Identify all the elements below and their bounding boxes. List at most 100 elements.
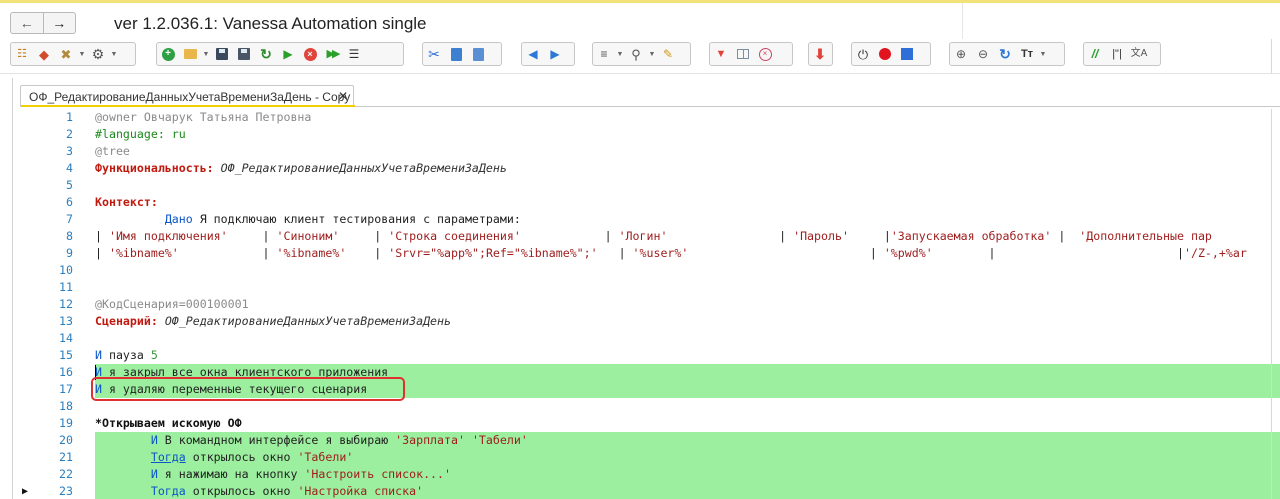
toolbar-group-search: ≡ ▼ ⚲ ▼ ✎ xyxy=(592,42,691,66)
save-as-icon[interactable] xyxy=(233,43,255,65)
code-line[interactable]: 21 Тогда открылось окно 'Табели' xyxy=(20,449,1280,466)
code-editor[interactable]: 1 @owner Овчарук Татьяна Петровна 2 #langua… xyxy=(20,109,1280,499)
toolbar-group-zoom: ⊕ ⊖ ↻ Тт ▼ xyxy=(949,42,1065,66)
forward-button[interactable]: → xyxy=(42,13,76,33)
line-number: 5 xyxy=(66,178,73,192)
toolbar-group-text: // |"| 文A xyxy=(1083,42,1161,66)
line-number: 23 xyxy=(59,484,73,498)
search-icon[interactable]: ⚲ xyxy=(625,43,647,65)
open-folder-icon[interactable] xyxy=(179,43,201,65)
copy-icon[interactable] xyxy=(445,43,467,65)
zoom-in-icon[interactable]: ⊕ xyxy=(950,43,972,65)
font-dropdown-icon[interactable]: ▼ xyxy=(1038,43,1048,65)
code-token: 'Синоним' xyxy=(276,229,340,243)
code-line[interactable]: 10 xyxy=(20,262,1280,279)
code-line[interactable]: 1 @owner Овчарук Татьяна Петровна xyxy=(20,109,1280,126)
line-content: #language: ru xyxy=(95,126,186,143)
line-number: 17 xyxy=(59,382,73,396)
code-token: Сценарий: xyxy=(95,314,165,328)
quotes-icon[interactable]: |"| xyxy=(1106,43,1128,65)
code-line[interactable]: 2 #language: ru xyxy=(20,126,1280,143)
code-line[interactable]: 7 Дано Я подключаю клиент тестирования с… xyxy=(20,211,1280,228)
list-dropdown-icon[interactable]: ▼ xyxy=(615,43,625,65)
steps-icon[interactable]: ☰ xyxy=(343,43,365,65)
arrow-left-icon: ← xyxy=(19,15,34,31)
line-number: 20 xyxy=(59,433,73,447)
open-dropdown-icon[interactable]: ▼ xyxy=(201,43,211,65)
save-icon[interactable] xyxy=(211,43,233,65)
line-content: @КодСценария=000100001 xyxy=(95,296,249,313)
clear-icon[interactable]: × xyxy=(754,43,776,65)
line-number: 15 xyxy=(59,348,73,362)
settings-gear-icon[interactable]: ⚙ xyxy=(87,43,109,65)
arrow-left-icon[interactable]: ◀ xyxy=(522,43,544,65)
sync-icon[interactable]: ↻ xyxy=(994,43,1016,65)
code-line[interactable]: 3 @tree xyxy=(20,143,1280,160)
code-line[interactable]: 11 xyxy=(20,279,1280,296)
add-icon[interactable]: + xyxy=(157,43,179,65)
code-token: 'Запускаемая обработка' xyxy=(890,229,1052,243)
font-icon[interactable]: Тт xyxy=(1016,43,1038,65)
toolbar-group-clipboard: ✂ xyxy=(422,42,502,66)
code-token: | xyxy=(95,246,109,260)
line-number: 14 xyxy=(59,331,73,345)
run-all-icon[interactable]: ▶▶ xyxy=(321,43,343,65)
comment-icon[interactable]: // xyxy=(1084,43,1106,65)
feature-icon[interactable]: ◆ xyxy=(33,43,55,65)
stop-square-icon[interactable] xyxy=(896,43,918,65)
tree-icon[interactable]: ☷ xyxy=(11,43,33,65)
code-token: Контекст: xyxy=(95,195,158,209)
code-line[interactable]: 14 xyxy=(20,330,1280,347)
code-token: ОФ_РедактированиеДанныхУчетаВремениЗаДен… xyxy=(164,314,451,328)
heart-icon[interactable]: ▼ xyxy=(710,43,732,65)
line-content: Тогда открылось окно 'Табели' xyxy=(95,449,353,466)
code-token: '%pwd%' xyxy=(883,246,933,260)
table-icon[interactable] xyxy=(732,43,754,65)
close-icon[interactable]: ✕ xyxy=(338,89,348,103)
back-button[interactable]: ← xyxy=(11,13,43,33)
settings-dropdown-icon[interactable]: ▼ xyxy=(109,43,119,65)
tab-active-indicator xyxy=(21,105,355,107)
cut-icon[interactable]: ✂ xyxy=(423,43,445,65)
tab-label: ОФ_РедактированиеДанныхУчетаВремениЗаДен… xyxy=(29,89,351,104)
code-token: '%ibname%' xyxy=(276,246,347,260)
run-icon[interactable]: ▶ xyxy=(277,43,299,65)
paste-icon[interactable] xyxy=(467,43,489,65)
brush-icon[interactable]: ✎ xyxy=(657,43,679,65)
tools-dropdown-icon[interactable]: ▼ xyxy=(77,43,87,65)
translate-icon[interactable]: 文A xyxy=(1128,43,1150,65)
code-line[interactable]: 15 И пауза 5 xyxy=(20,347,1280,364)
code-line[interactable]: 22 И я нажимаю на кнопку 'Настроить спис… xyxy=(20,466,1280,483)
code-line[interactable]: 4 Функциональность: ОФ_РедактированиеДанн… xyxy=(20,160,1280,177)
list-icon[interactable]: ≡ xyxy=(593,43,615,65)
stop-icon[interactable]: × xyxy=(299,43,321,65)
power-icon[interactable]: ⏻ xyxy=(852,43,874,65)
record-icon[interactable] xyxy=(874,43,896,65)
line-number: 2 xyxy=(66,127,73,141)
code-line[interactable]: 5 xyxy=(20,177,1280,194)
code-line[interactable]: 13 Сценарий: ОФ_РедактированиеДанныхУчета… xyxy=(20,313,1280,330)
code-line[interactable]: 20 И В командном интерфейсе я выбираю 'З… xyxy=(20,432,1280,449)
code-token: 'Строка соединения' xyxy=(388,229,521,243)
search-dropdown-icon[interactable]: ▼ xyxy=(647,43,657,65)
code-line[interactable]: ▶ 23 Тогда открылось окно 'Настройка спис… xyxy=(20,483,1280,499)
code-line[interactable]: 9 | '%ibname%' | '%ibname%' | 'Srvr="%app… xyxy=(20,245,1280,262)
code-line[interactable]: 8 | 'Имя подключения' | 'Синоним' | 'Стро… xyxy=(20,228,1280,245)
refresh-icon[interactable]: ↻ xyxy=(255,43,277,65)
code-token: | xyxy=(178,246,277,260)
line-content: И я нажимаю на кнопку 'Настроить список.… xyxy=(95,466,451,483)
zoom-out-icon[interactable]: ⊖ xyxy=(972,43,994,65)
tab-feature-file[interactable]: ОФ_РедактированиеДанныхУчетаВремениЗаДен… xyxy=(20,85,355,107)
code-line[interactable]: 6 Контекст: xyxy=(20,194,1280,211)
line-number: 3 xyxy=(66,144,73,158)
arrow-right-icon[interactable]: ▶ xyxy=(544,43,566,65)
code-line[interactable]: 19 *Открываем искомую ОФ xyxy=(20,415,1280,432)
code-token: 'Настроить список...' xyxy=(304,467,452,481)
arrow-down-icon[interactable]: ⬇ xyxy=(809,43,831,65)
code-line[interactable]: 12 @КодСценария=000100001 xyxy=(20,296,1280,313)
arrow-right-icon: → xyxy=(52,15,67,31)
tools-icon[interactable]: ✖ xyxy=(55,43,77,65)
